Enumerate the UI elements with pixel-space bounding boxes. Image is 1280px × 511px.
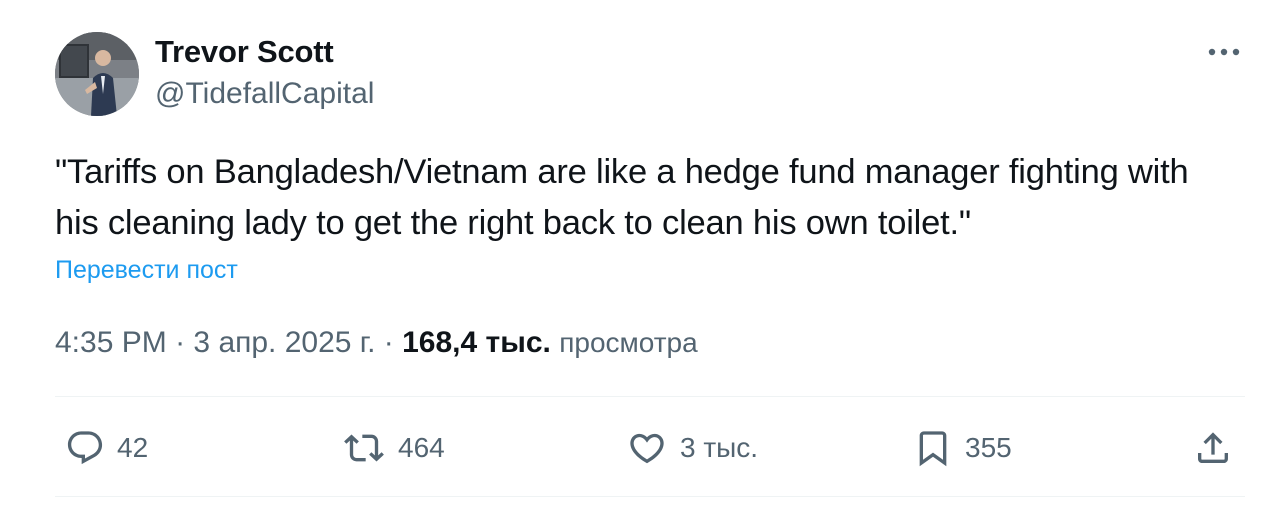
divider [55,396,1245,397]
avatar-photo-icon [55,32,139,116]
action-bar: 42 464 3 тыс. 355 [55,420,1245,476]
translate-post-link[interactable]: Перевести пост [55,256,238,285]
more-options-icon [1208,48,1240,56]
views-count[interactable]: 168,4 тыс. [402,326,551,359]
reply-button[interactable]: 42 [65,420,148,476]
author-handle[interactable]: @TidefallCapital [155,77,374,111]
share-icon [1198,432,1228,463]
meta-separator: · [175,326,186,359]
retweet-count: 464 [398,432,445,463]
divider [55,496,1245,497]
tweet-time[interactable]: 4:35 PM [55,326,167,359]
retweet-icon [344,434,384,462]
meta-separator: · [383,326,394,359]
bookmark-icon [919,431,947,467]
bookmark-count: 355 [965,432,1012,463]
tweet-date[interactable]: 3 апр. 2025 г. [193,326,375,359]
views-label: просмотра [559,327,698,358]
more-options-button[interactable] [1198,34,1250,70]
share-button[interactable] [1193,420,1233,476]
avatar[interactable] [55,32,139,116]
like-button[interactable]: 3 тыс. [626,420,758,476]
tweet-card: Trevor Scott @TidefallCapital "Tariffs o… [0,0,1280,511]
author-name[interactable]: Trevor Scott [155,34,334,70]
retweet-button[interactable]: 464 [342,420,445,476]
bookmark-button[interactable]: 355 [913,420,1012,476]
like-count: 3 тыс. [680,432,759,463]
heart-icon [630,433,664,464]
reply-icon [67,431,103,465]
tweet-meta: 4:35 PM · 3 апр. 2025 г. · 168,4 тыс. пр… [55,326,698,360]
tweet-text: "Tariffs on Bangladesh/Vietnam are like … [55,153,1189,242]
reply-count: 42 [117,432,149,463]
